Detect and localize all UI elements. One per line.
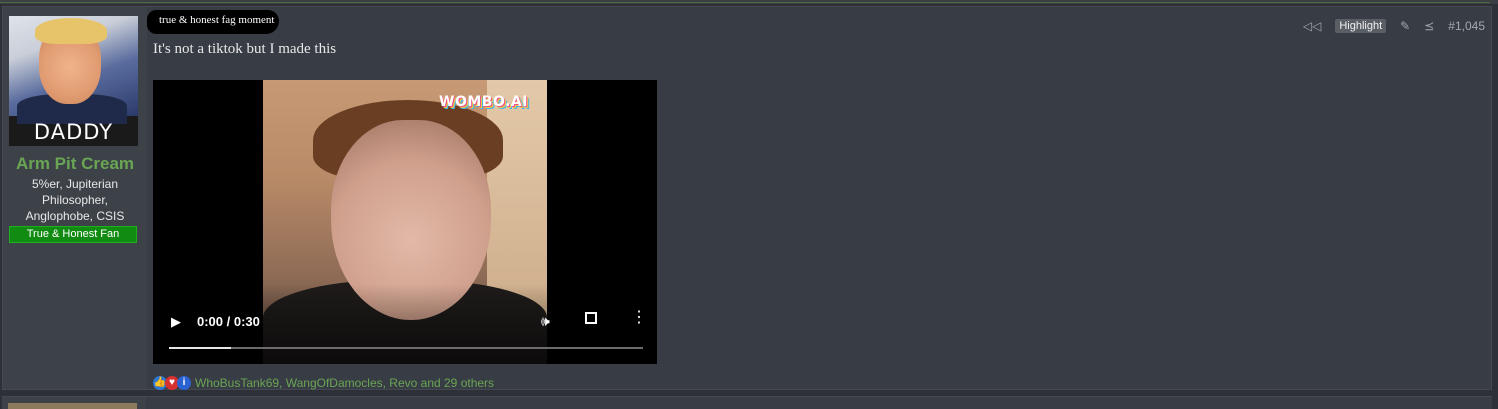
edit-icon[interactable]: ✎ (1400, 17, 1410, 35)
post-actions: ◁◁ Highlight ✎ ⪯ #1,045 (1303, 17, 1485, 35)
next-post (2, 396, 1492, 409)
video-controls: ▶ 0:00 / 0:30 🕪 ⋮ (153, 284, 657, 364)
top-divider (0, 0, 1498, 4)
fullscreen-icon[interactable] (585, 312, 597, 324)
rewind-icon[interactable]: ◁◁ (1303, 17, 1321, 35)
username[interactable]: Arm Pit Cream (3, 154, 147, 174)
highlight-button[interactable]: Highlight (1335, 19, 1387, 33)
reactions-list[interactable]: WhoBusTank69, WangOfDamocles, Revo and 2… (195, 376, 494, 390)
forum-post: DADDY Arm Pit Cream 5%er, Jupiterian Phi… (2, 6, 1492, 390)
user-banner: True & Honest Fan (9, 226, 137, 243)
avatar[interactable]: DADDY (9, 16, 138, 146)
user-pane: DADDY Arm Pit Cream 5%er, Jupiterian Phi… (3, 7, 147, 389)
share-icon[interactable]: ⪯ (1424, 17, 1434, 35)
post-message: It's not a tiktok but I made this (153, 41, 337, 57)
play-icon[interactable]: ▶ (171, 314, 181, 330)
user-title: 5%er, Jupiterian Philosopher, Anglophobe… (25, 177, 125, 223)
more-options-icon[interactable]: ⋮ (631, 310, 647, 326)
post-number[interactable]: #1,045 (1448, 19, 1485, 33)
video-progress-bar[interactable] (169, 347, 643, 349)
video-watermark: WOMBO.AI (439, 94, 528, 110)
post-tag-text: true & honest fag moment (159, 14, 275, 26)
video-player[interactable]: WOMBO.AI ▶ 0:00 / 0:30 🕪 ⋮ (153, 80, 657, 364)
reactions-bar: 👍 ♥ i WhoBusTank69, WangOfDamocles, Revo… (153, 375, 494, 391)
volume-icon[interactable]: 🕪 (541, 313, 550, 330)
avatar-caption: DADDY (33, 120, 114, 144)
video-progress-fill (169, 347, 231, 349)
post-tag: true & honest fag moment (147, 10, 279, 34)
video-time: 0:00 / 0:30 (197, 314, 260, 329)
info-icon: i (177, 376, 191, 390)
